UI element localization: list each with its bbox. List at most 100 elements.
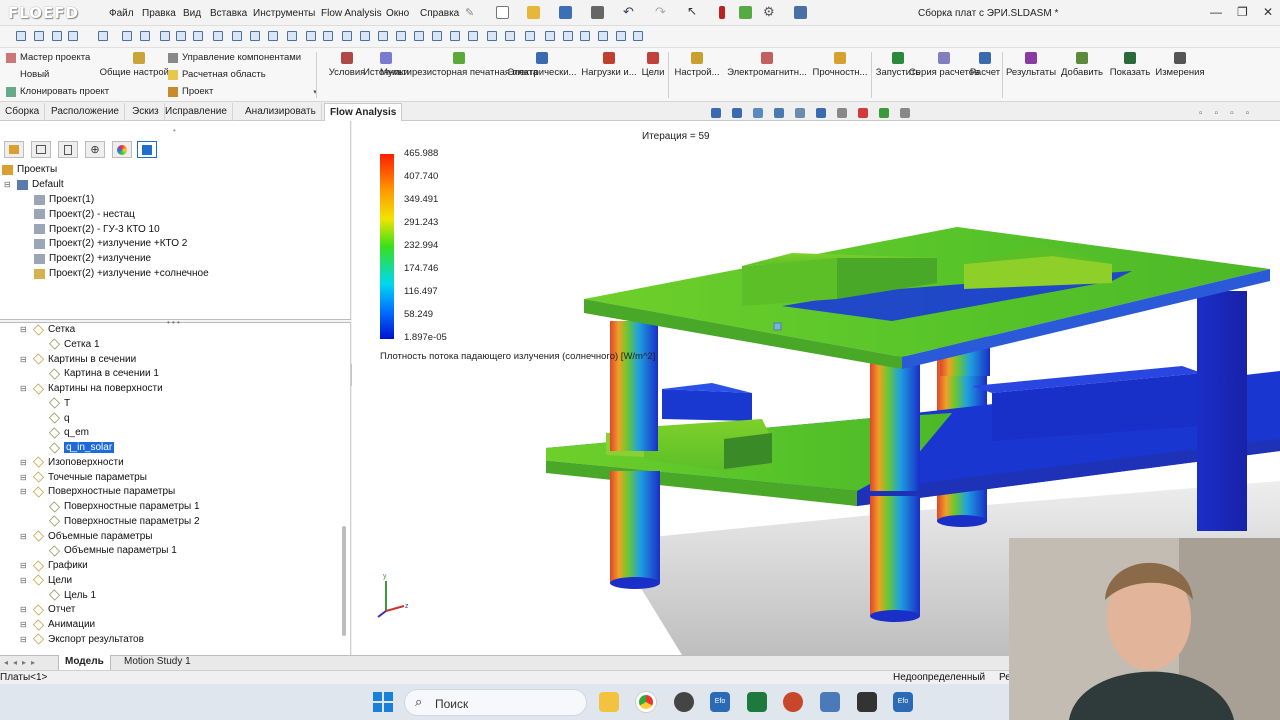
quick-tool-icon[interactable] <box>342 31 352 41</box>
menu-help[interactable]: Справка <box>420 8 459 19</box>
app-icon[interactable] <box>820 692 840 712</box>
tree-item[interactable]: ⊟ Сетка <box>20 323 75 336</box>
rebuild-icon[interactable] <box>739 6 752 19</box>
ribbon-batch-run-button[interactable]: Серия расчетов <box>909 52 979 79</box>
tree-item[interactable]: ⊟ Картины на поверхности <box>20 382 163 395</box>
tree-item[interactable]: ⊟ Цели <box>20 574 72 586</box>
pin-icon[interactable]: ✎ <box>465 6 474 19</box>
taskbar-search[interactable]: ⌕ Поиск <box>404 689 587 716</box>
floefd-app-icon[interactable]: Efo <box>893 692 913 712</box>
tree-project-item[interactable]: Проект(2) - ГУ-3 КТО 10 <box>34 224 160 235</box>
quick-tool-icon[interactable] <box>525 31 535 41</box>
undo-icon[interactable]: ↶ <box>623 4 634 20</box>
open-folder-icon[interactable] <box>527 6 540 19</box>
tree-scrollbar[interactable] <box>342 526 346 636</box>
tree-item[interactable]: ⊟ Экспорт результатов <box>20 633 144 645</box>
floefd-app-icon[interactable]: Efo <box>710 692 730 712</box>
file-explorer-icon[interactable] <box>599 692 619 712</box>
expand-toggle-icon[interactable]: ⊟ <box>20 355 29 364</box>
quick-tool-icon[interactable] <box>633 31 643 41</box>
tree-item[interactable]: Объемные параметры 1 <box>36 545 177 557</box>
tree-projects-root[interactable]: Проекты <box>2 164 57 175</box>
quick-tool-icon[interactable] <box>545 31 555 41</box>
quick-tool-icon[interactable] <box>193 31 203 41</box>
expand-toggle-icon[interactable]: ⊟ <box>20 487 29 496</box>
quick-tool-icon[interactable] <box>232 31 242 41</box>
new-document-icon[interactable] <box>496 6 509 19</box>
print-icon[interactable] <box>591 6 604 19</box>
tree-item[interactable]: Цель 1 <box>36 589 96 601</box>
ribbon-electrical-button[interactable]: Электрически... <box>508 52 576 79</box>
quick-tool-icon[interactable] <box>432 31 442 41</box>
quick-tool-icon[interactable] <box>414 31 424 41</box>
quick-tool-icon[interactable] <box>287 31 297 41</box>
app-icon[interactable] <box>747 692 767 712</box>
quick-tool-icon[interactable] <box>505 31 515 41</box>
quick-tool-icon[interactable] <box>598 31 608 41</box>
zoom-to-fit-icon[interactable] <box>711 108 721 118</box>
quick-tool-icon[interactable] <box>396 31 406 41</box>
general-settings-button[interactable]: Общие настройки <box>100 52 178 79</box>
view-settings-icon[interactable] <box>900 108 910 118</box>
tree-item[interactable]: ⊟ Графики <box>20 559 88 572</box>
powerpoint-icon[interactable] <box>783 692 803 712</box>
expand-toggle-icon[interactable]: ⊟ <box>20 635 29 644</box>
minimize-icon[interactable]: — <box>1210 5 1222 19</box>
quick-tool-icon[interactable] <box>16 31 26 41</box>
quick-tool-icon[interactable] <box>616 31 626 41</box>
tree-item[interactable]: Картина в сечении 1 <box>36 368 159 380</box>
restore-icon[interactable]: ❐ <box>1237 5 1248 19</box>
ribbon-add-button[interactable]: Добавить <box>1060 52 1104 79</box>
tree-item[interactable]: q_in_solar <box>36 441 115 454</box>
tab-assembly[interactable]: Сборка <box>0 103 46 121</box>
ribbon-structural-button[interactable]: Прочностн... <box>812 52 868 79</box>
quick-tool-icon[interactable] <box>250 31 260 41</box>
quick-tool-icon[interactable] <box>580 31 590 41</box>
previous-view-icon[interactable] <box>753 108 763 118</box>
tree-project-item[interactable]: Проект(1) <box>34 194 94 205</box>
hide-show-icon[interactable] <box>837 108 847 118</box>
component-control-button[interactable]: Управление компонентами <box>168 52 301 63</box>
expand-toggle-icon[interactable]: ⊟ <box>4 180 13 189</box>
tab-layout[interactable]: Расположение <box>46 103 125 121</box>
tab-flow-analysis[interactable]: Flow Analysis <box>324 103 403 121</box>
ribbon-show-button[interactable]: Показать <box>1108 52 1152 79</box>
project-wizard-button[interactable]: Мастер проекта <box>6 52 90 63</box>
expand-toggle-icon[interactable]: ⊟ <box>20 576 29 585</box>
tree-project-item[interactable]: Проект(2) - нестац <box>34 209 135 220</box>
tree-project-item[interactable]: Проект(2) +излучение <box>34 253 151 264</box>
menu-flow-analysis[interactable]: Flow Analysis <box>321 8 382 19</box>
menu-window[interactable]: Окно <box>386 8 409 19</box>
ribbon-electromagnetic-button[interactable]: Электромагнитн... <box>726 52 808 79</box>
tree-default-config[interactable]: ⊟ Default <box>4 179 64 190</box>
edit-appearance-icon[interactable] <box>858 108 868 118</box>
expand-toggle-icon[interactable]: ⊟ <box>20 325 29 334</box>
save-icon[interactable] <box>559 6 572 19</box>
options-gear-icon[interactable]: ⚙ <box>763 4 775 20</box>
property-manager-tab[interactable] <box>31 141 51 158</box>
display-style-icon[interactable] <box>816 108 826 118</box>
view-orientation-icon[interactable] <box>795 108 805 118</box>
menu-tools[interactable]: Инструменты <box>253 8 315 19</box>
redo-icon[interactable]: ↷ <box>655 4 666 20</box>
computational-domain-button[interactable]: Расчетная область <box>168 69 266 80</box>
section-view-icon[interactable] <box>774 108 784 118</box>
tab-motion-study[interactable]: Motion Study 1 <box>118 655 197 670</box>
project-menu-button[interactable]: Проект▾ <box>168 86 317 97</box>
chrome-icon[interactable] <box>636 692 656 712</box>
quick-tool-icon[interactable] <box>268 31 278 41</box>
tree-item[interactable]: ⊟ Точечные параметры <box>20 471 147 483</box>
tree-item[interactable]: Сетка 1 <box>36 338 100 350</box>
tree-project-item[interactable]: Проект(2) +излучение +КТО 2 <box>34 238 187 249</box>
tree-item[interactable]: Поверхностные параметры 1 <box>36 500 200 513</box>
tree-item[interactable]: ⊟ Изоповерхности <box>20 456 124 468</box>
quick-tool-icon[interactable] <box>160 31 170 41</box>
expand-toggle-icon[interactable]: ⊟ <box>20 532 29 541</box>
tree-item[interactable]: ⊟ Объемные параметры <box>20 530 152 542</box>
close-icon[interactable]: ✕ <box>1263 5 1273 19</box>
quick-tool-icon[interactable] <box>360 31 370 41</box>
quick-tool-icon[interactable] <box>306 31 316 41</box>
quick-tool-icon[interactable] <box>98 31 108 41</box>
expand-toggle-icon[interactable]: ⊟ <box>20 561 29 570</box>
ribbon-setup-button[interactable]: Настрой... <box>674 52 720 79</box>
